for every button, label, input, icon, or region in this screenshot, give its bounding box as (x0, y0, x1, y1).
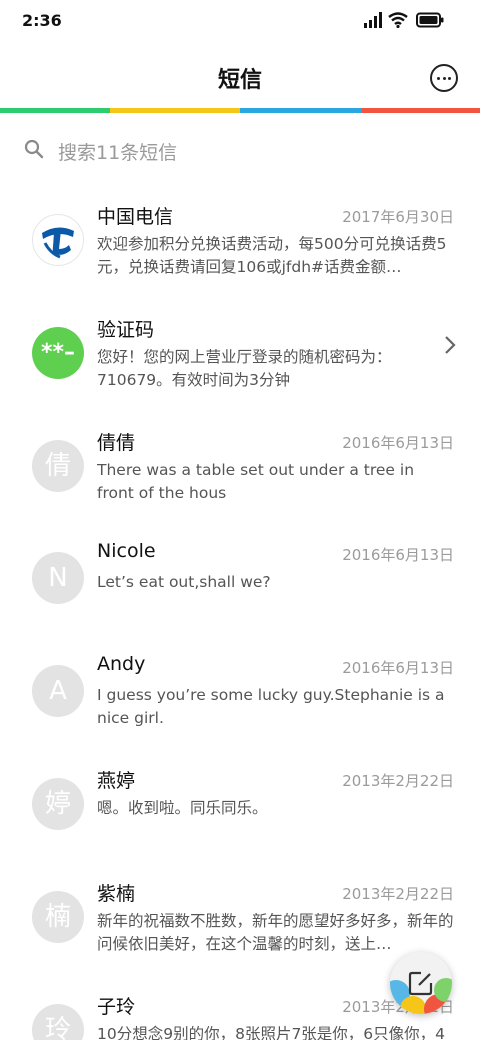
contact-name: Andy (97, 653, 146, 676)
conversation-item[interactable]: 婷 燕婷 2013年2月22日 嗯。收到啦。同乐同乐。 (0, 742, 480, 855)
message-preview: There was a table set out under a tree i… (97, 460, 415, 502)
messages-screen: 2:36 短信 搜索11条短信 中国电信 2017年6月30日 欢迎参加积分兑换… (0, 0, 480, 1040)
chevron-right-icon[interactable] (444, 335, 456, 355)
header: 短信 (0, 44, 480, 108)
message-preview: Let’s eat out,shall we? (97, 573, 271, 592)
contact-name: 倩倩 (97, 431, 136, 454)
signal-icon (364, 12, 382, 28)
conversation-item[interactable]: **– 验证码 您好！您的网上营业厅登录的随机密码为：710679。有效时间为3… (0, 291, 480, 404)
conversation-list: 中国电信 2017年6月30日 欢迎参加积分兑换话费活动，每500分可兑换话费5… (0, 178, 480, 1040)
avatar: 楠 (32, 890, 84, 943)
message-date: 2013年2月22日 (342, 884, 454, 903)
battery-icon (416, 12, 444, 28)
conversation-item[interactable]: 楠 紫楠 2013年2月22日 新年的祝福数不胜数，新年的愿望好多好多，新年的问… (0, 855, 480, 968)
message-preview: 10分想念9别的你，8张照片7张是你，6只像你，4根骨头3根归你，2爪着地1定是… (97, 1024, 446, 1040)
conversation-item[interactable]: 倩 倩倩 2016年6月13日 There was a table set ou… (0, 404, 480, 517)
conversation-item[interactable]: 中国电信 2017年6月30日 欢迎参加积分兑换话费活动，每500分可兑换话费5… (0, 178, 480, 291)
message-date: 2016年6月13日 (342, 659, 454, 678)
avatar: 玲 (32, 1003, 84, 1040)
message-preview: 欢迎参加积分兑换话费活动，每500分可兑换话费5元，兑换话费请回复106或jfd… (97, 235, 447, 276)
message-date: 2017年6月30日 (342, 208, 454, 226)
contact-name: 验证码 (97, 318, 155, 341)
conversation-item[interactable]: A Andy 2016年6月13日 I guess you’re some lu… (0, 629, 480, 742)
compose-button[interactable] (390, 952, 452, 1014)
message-preview: 您好！您的网上营业厅登录的随机密码为：710679。有效时间为3分钟 (97, 347, 392, 389)
message-date: 2016年6月13日 (342, 546, 454, 565)
message-preview: 嗯。收到啦。同乐同乐。 (97, 798, 268, 817)
contact-name: 中国电信 (97, 206, 174, 228)
message-preview: I guess you’re some lucky guy.Stephanie … (97, 686, 445, 728)
message-date: 2016年6月13日 (342, 433, 454, 452)
contact-name: 子玲 (97, 995, 136, 1018)
compose-icon (408, 971, 433, 996)
avatar: A (32, 665, 84, 718)
status-time: 2:36 (22, 11, 62, 30)
contact-name: 紫楠 (97, 882, 136, 905)
more-horizontal-icon (437, 77, 440, 80)
message-date: 2013年2月22日 (342, 771, 454, 790)
search-input[interactable]: 搜索11条短信 (58, 138, 177, 165)
wifi-icon (388, 12, 408, 28)
contact-name: Nicole (97, 540, 156, 563)
conversation-item[interactable]: N Nicole 2016年6月13日 Let’s eat out,shall … (0, 516, 480, 629)
search-bar[interactable]: 搜索11条短信 (0, 130, 480, 170)
avatar: 倩 (32, 439, 84, 492)
avatar: N (32, 552, 84, 605)
search-icon (24, 139, 44, 159)
verification-code-avatar: **– (32, 326, 84, 379)
page-title: 短信 (217, 68, 262, 93)
avatar: 婷 (32, 777, 84, 830)
contact-name: 燕婷 (97, 769, 136, 792)
status-bar: 2:36 (0, 0, 480, 44)
more-options-button[interactable] (430, 64, 458, 92)
message-preview: 新年的祝福数不胜数，新年的愿望好多好多，新年的问候依旧美好，在这个温馨的时刻，送… (97, 911, 454, 953)
color-stripe (0, 108, 480, 113)
china-telecom-logo (32, 214, 84, 266)
